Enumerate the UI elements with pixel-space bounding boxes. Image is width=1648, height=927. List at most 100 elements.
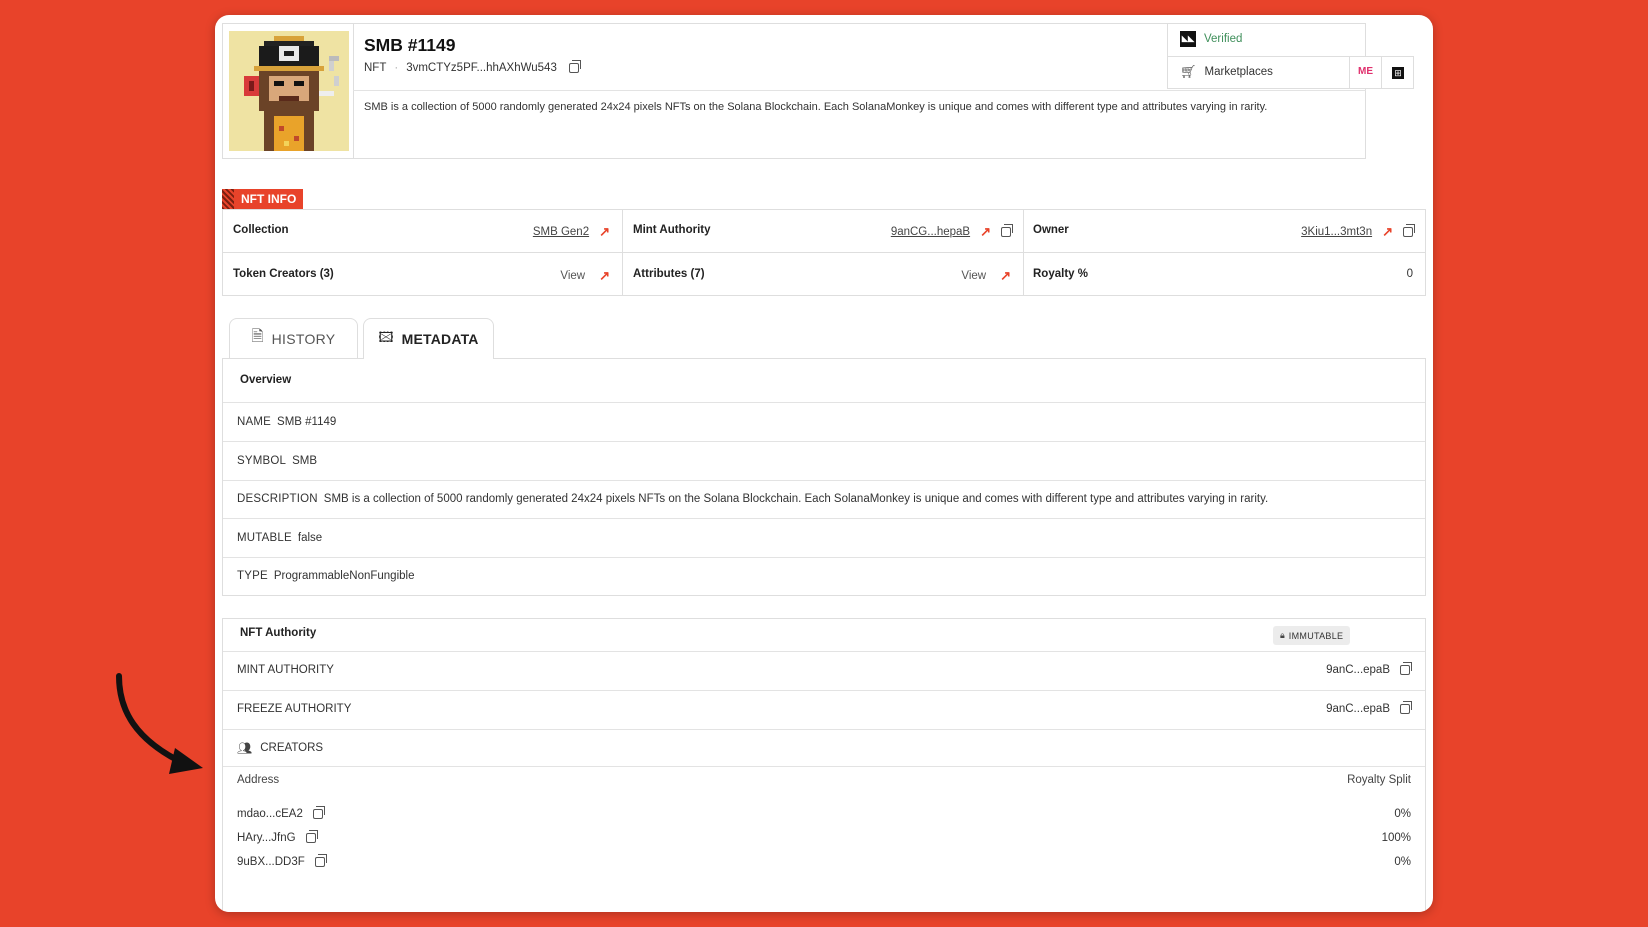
row-key: DESCRIPTION — [237, 493, 318, 505]
row-value: SMB #1149 — [277, 416, 337, 428]
tab-metadata-label: METADATA — [401, 331, 479, 347]
tensor-button[interactable]: ⊞ — [1381, 56, 1414, 89]
col-split-header: Royalty Split — [1347, 774, 1411, 786]
copy-icon[interactable] — [312, 806, 325, 819]
verified-badge: ◣◣ Verified — [1180, 31, 1242, 47]
creators-label: CREATORS — [260, 742, 324, 754]
collection-value: SMB Gen2 ↗ — [415, 224, 610, 240]
overview-panel — [222, 358, 1426, 596]
owner-label: Owner — [1033, 224, 1069, 236]
copy-icon[interactable] — [1400, 662, 1412, 675]
overview-row-description: DESCRIPTION SMB is a collection of 5000 r… — [237, 493, 1268, 505]
owner-value: 3Kiu1...3mt3n ↗ — [1215, 224, 1415, 240]
magic-eden-button[interactable]: ME — [1349, 56, 1382, 89]
row-divider — [223, 557, 1425, 558]
view-link[interactable]: View — [560, 270, 585, 282]
row-value: SMB — [292, 455, 318, 467]
view-link[interactable]: View — [961, 270, 986, 282]
col-address-header: Address — [237, 774, 280, 786]
marketplaces-label: Marketplaces — [1204, 66, 1273, 78]
mint-address: 3vmCTYz5PF...hhAXhWu543 — [406, 62, 557, 74]
nft-subtitle: NFT · 3vmCTYz5PF...hhAXhWu543 — [364, 60, 581, 74]
token-creators-view[interactable]: View ↗ — [415, 268, 610, 284]
collection-label: Collection — [233, 224, 289, 236]
verified-label: Verified — [1204, 33, 1243, 45]
freeze-authority-row-label: FREEZE AUTHORITY — [237, 703, 352, 715]
creator-address-group: mdao...cEA2 — [237, 806, 325, 820]
overview-row-name: NAME SMB #1149 — [237, 416, 336, 428]
external-link-icon[interactable]: ↗ — [599, 268, 610, 284]
row-divider — [223, 441, 1425, 442]
overview-row-symbol: SYMBOL SMB — [237, 455, 317, 467]
overview-divider — [223, 402, 1425, 403]
creator-address: HAry...JfnG — [237, 832, 296, 844]
immutable-label: IMMUTABLE — [1288, 630, 1344, 641]
magic-eden-icon: ME — [1358, 66, 1373, 77]
copy-icon[interactable] — [568, 60, 581, 73]
tab-metadata[interactable]: 🖾 METADATA — [363, 318, 494, 359]
creator-address: 9uBX...DD3F — [237, 856, 305, 868]
creator-address-group: HAry...JfnG — [237, 830, 318, 844]
page-title: SMB #1149 — [364, 35, 456, 55]
collection-link[interactable]: SMB Gen2 — [533, 226, 589, 238]
external-link-icon[interactable]: ↗ — [1000, 268, 1011, 284]
attributes-label: Attributes (7) — [633, 268, 705, 280]
row-value: false — [297, 532, 323, 544]
creator-split: 100% — [1381, 832, 1411, 844]
copy-icon[interactable] — [1403, 224, 1415, 237]
annotation-arrow-icon — [116, 673, 203, 774]
header-divider — [353, 90, 1366, 91]
creators-header: 👥︎ CREATORS — [237, 741, 323, 755]
immutable-badge: 🔒︎ IMMUTABLE — [1273, 626, 1351, 645]
mint-authority-label: Mint Authority — [633, 224, 711, 236]
external-link-icon[interactable]: ↗ — [980, 224, 991, 240]
authority-divider — [223, 651, 1425, 652]
cart-icon: 🛒︎ — [1180, 64, 1197, 79]
copy-icon[interactable] — [305, 830, 318, 843]
checker-icon — [222, 189, 234, 209]
creator-row: 9uBX...DD3F 0% — [237, 854, 1411, 868]
mint-authority-link[interactable]: 9anCG...hepaB — [891, 226, 970, 238]
row-divider — [223, 766, 1425, 767]
nft-image[interactable] — [229, 30, 349, 152]
row-key: NAME — [237, 416, 272, 428]
mint-authority-row-label: MINT AUTHORITY — [237, 664, 334, 676]
royalty-value: 0 — [1406, 268, 1413, 280]
tab-history[interactable]: 🗎 HISTORY — [229, 318, 358, 358]
nft-image-frame — [222, 23, 354, 159]
tensor-icon: ⊞ — [1392, 67, 1404, 79]
copy-icon[interactable] — [314, 854, 327, 867]
attributes-view[interactable]: View ↗ — [815, 268, 1011, 284]
external-link-icon[interactable]: ↗ — [1382, 224, 1393, 240]
overview-row-type: TYPE ProgrammableNonFungible — [237, 570, 414, 582]
image-icon: 🖾 — [378, 329, 394, 345]
token-creators-label: Token Creators (3) — [233, 268, 334, 280]
freeze-authority-row-value: 9anC...epaB — [1165, 701, 1412, 715]
mint-authority-row-value: 9anC...epaB — [1165, 662, 1412, 676]
row-value: SMB is a collection of 5000 randomly gen… — [323, 493, 1269, 505]
header-description: SMB is a collection of 5000 randomly gen… — [364, 101, 1268, 113]
creator-row: mdao...cEA2 0% — [237, 806, 1411, 820]
nft-info-tag: NFT INFO — [222, 189, 304, 209]
lock-icon: 🔒︎ — [1280, 630, 1285, 640]
copy-icon[interactable] — [1400, 701, 1412, 714]
users-icon: 👥︎ — [237, 741, 253, 755]
freeze-authority-address: 9anC...epaB — [1326, 703, 1390, 715]
creator-split: 0% — [1394, 856, 1411, 868]
creator-address: mdao...cEA2 — [237, 808, 303, 820]
document-icon: 🗎 — [251, 328, 264, 345]
tab-history-label: HISTORY — [271, 330, 336, 347]
row-key: SYMBOL — [237, 455, 287, 467]
overview-title: Overview — [240, 374, 292, 386]
row-divider — [223, 480, 1425, 481]
verified-logo-icon: ◣◣ — [1180, 31, 1196, 47]
row-divider — [223, 690, 1425, 691]
nft-info-label: NFT INFO — [241, 192, 297, 206]
owner-link[interactable]: 3Kiu1...3mt3n — [1301, 226, 1372, 238]
row-key: MUTABLE — [237, 532, 292, 544]
creator-address-group: 9uBX...DD3F — [237, 854, 327, 868]
row-divider — [223, 729, 1425, 730]
external-link-icon[interactable]: ↗ — [599, 224, 610, 240]
grid-hline — [222, 252, 1426, 253]
copy-icon[interactable] — [1001, 224, 1013, 237]
